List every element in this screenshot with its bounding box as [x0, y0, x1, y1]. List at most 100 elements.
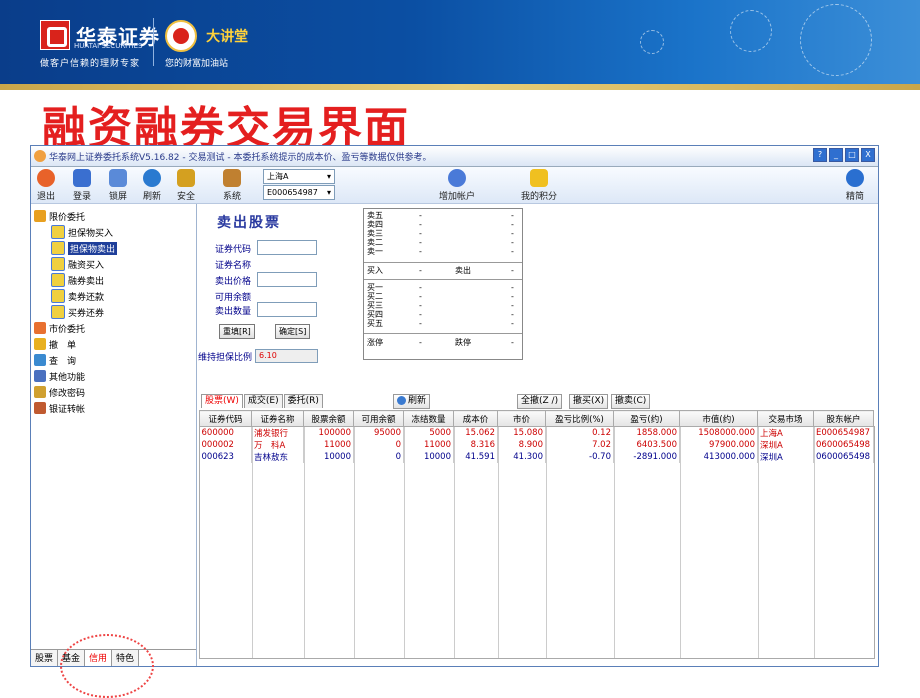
column-header[interactable]: 证券代码	[199, 410, 252, 427]
star-points-icon	[530, 169, 548, 187]
quote-label: 卖四	[367, 220, 383, 229]
exit-icon	[37, 169, 55, 187]
refresh-icon	[143, 169, 161, 187]
market-select[interactable]: 上海A	[263, 169, 335, 184]
column-header[interactable]: 市值(约)	[679, 410, 758, 427]
tree-other-functions[interactable]: 其他功能	[34, 368, 85, 384]
short-sell-icon	[51, 273, 65, 287]
tree-short-sell[interactable]: 融券卖出	[51, 272, 104, 288]
login-button[interactable]: 登录	[73, 169, 91, 202]
add-account-icon	[448, 169, 466, 187]
tab-holdings[interactable]: 股票(W)	[201, 394, 243, 408]
quote-price: -	[419, 238, 422, 247]
quote-buy1-row: 买一 - -	[367, 283, 519, 292]
tree-market-order[interactable]: 市价委托	[34, 320, 85, 336]
tree-limit-order[interactable]: 限价委托	[34, 208, 85, 224]
table-cell: 10000	[303, 451, 354, 463]
column-header[interactable]: 盈亏(约)	[613, 410, 680, 427]
grid-refresh-label: 刷新	[408, 396, 427, 406]
table-cell: 0.12	[545, 426, 614, 439]
confirm-button[interactable]: 确定[S]	[275, 324, 311, 339]
column-header[interactable]: 冻结数量	[403, 410, 454, 427]
table-row[interactable]: 000623 吉林敖东 10000 0 10000 41.591 41.300 …	[199, 451, 874, 463]
tab-stocks[interactable]: 股票	[31, 650, 59, 666]
table-cell: 000002	[199, 439, 252, 451]
quote-volume: -	[511, 238, 514, 247]
system-button[interactable]: 系统	[223, 169, 241, 202]
tab-executions[interactable]: 成交(E)	[243, 394, 283, 408]
quote-volume: -	[511, 211, 514, 220]
window-controls: ? _ □ X	[811, 148, 875, 162]
quote-buy-sell-row: 买入 - 卖出 -	[367, 266, 519, 275]
security-code-label: 证券代码	[215, 245, 252, 255]
tree-change-password[interactable]: 修改密码	[34, 384, 85, 400]
add-account-button[interactable]: 增加帐户	[439, 169, 475, 202]
table-cell: 413000.000	[679, 451, 758, 463]
tree-sell-repay[interactable]: 卖券还款	[51, 288, 104, 304]
reset-button[interactable]: 重填[R]	[219, 324, 255, 339]
column-header[interactable]: 可用余额	[353, 410, 404, 427]
tree-collateral-sell[interactable]: 担保物卖出	[51, 240, 118, 256]
quote-sell4-row: 卖四 - -	[367, 220, 519, 229]
sell-repay-icon	[51, 289, 65, 303]
quote-buy3-row: 买三 - -	[367, 301, 519, 310]
quote-volume: -	[511, 283, 514, 292]
tree-label: 其他功能	[49, 372, 86, 383]
quote-divider	[364, 262, 522, 263]
tree-query[interactable]: 查 询	[34, 352, 76, 368]
table-cell: 41.591	[453, 451, 498, 463]
table-cell: 100000	[303, 426, 354, 439]
tree-label: 担保物买入	[68, 228, 114, 239]
quote-price: -	[419, 247, 422, 256]
compact-button[interactable]: 精简	[846, 169, 864, 202]
query-icon	[34, 354, 46, 366]
column-header[interactable]: 证券名称	[251, 410, 304, 427]
close-button[interactable]: X	[861, 148, 875, 162]
column-header[interactable]: 交易市场	[757, 410, 814, 427]
table-cell: -2891.000	[613, 451, 680, 463]
column-header[interactable]: 股东帐户	[813, 410, 874, 427]
tree-margin-buy[interactable]: 融资买入	[51, 256, 104, 272]
grid-refresh-button[interactable]: 刷新	[393, 394, 431, 409]
maximize-button[interactable]: □	[845, 148, 859, 162]
column-header[interactable]: 盈亏比例(%)	[545, 410, 614, 427]
cancel-all-button[interactable]: 全撤(Z /)	[517, 394, 563, 409]
table-cell: 深圳A	[757, 439, 814, 451]
tree-buy-return[interactable]: 买券还券	[51, 304, 104, 320]
help-button[interactable]: ?	[813, 148, 827, 162]
sell-price-input[interactable]	[257, 272, 317, 287]
table-cell: 11000	[303, 439, 354, 451]
quote-label: 买五	[367, 319, 383, 328]
tree-cancel-order[interactable]: 撤 单	[34, 336, 76, 352]
my-points-button[interactable]: 我的积分	[521, 169, 557, 202]
exit-label: 退出	[37, 192, 56, 202]
cancel-sell-button[interactable]: 撤卖(C)	[611, 394, 651, 409]
login-icon	[73, 169, 91, 187]
huatai-brand: 华泰证券 HUATAI SECURITIES	[40, 20, 160, 50]
margin-buy-icon	[51, 257, 65, 271]
security-code-input[interactable]	[257, 240, 317, 255]
dandelion-decoration-icon	[730, 10, 772, 52]
table-row[interactable]: 000002 万 科A 11000 0 11000 8.316 8.900 7.…	[199, 439, 874, 451]
column-header[interactable]: 成本价	[453, 410, 498, 427]
tree-bank-transfer[interactable]: 银证转帐	[34, 400, 85, 416]
column-header[interactable]: 股票余额	[303, 410, 354, 427]
lock-screen-button[interactable]: 锁屏	[109, 169, 127, 202]
table-row[interactable]: 600000 浦发银行 100000 95000 5000 15.062 15.…	[199, 426, 874, 439]
account-select[interactable]: E000654987	[263, 185, 335, 200]
function-tree: 限价委托 担保物买入 担保物卖出 融资买入 融券卖出 卖券还款 买券还券 市价委…	[31, 204, 197, 666]
exit-button[interactable]: 退出	[37, 169, 55, 202]
change-password-icon	[34, 386, 46, 398]
quote-price: -	[419, 319, 422, 328]
refresh-toolbar-button[interactable]: 刷新	[143, 169, 161, 202]
tab-orders[interactable]: 委托(R)	[283, 394, 323, 408]
security-button[interactable]: 安全	[177, 169, 195, 202]
quote-sell1-row: 卖一 - -	[367, 247, 519, 256]
minimize-button[interactable]: _	[829, 148, 843, 162]
sell-quantity-input[interactable]	[257, 302, 317, 317]
column-header[interactable]: 市价	[497, 410, 546, 427]
cancel-buy-button[interactable]: 撤买(X)	[569, 394, 609, 409]
tree-collateral-buy[interactable]: 担保物买入	[51, 224, 113, 240]
table-cell: 8.900	[497, 439, 546, 451]
table-header-row: 证券代码 证券名称 股票余额 可用余额 冻结数量 成本价 市价 盈亏比例(%) …	[199, 410, 874, 427]
